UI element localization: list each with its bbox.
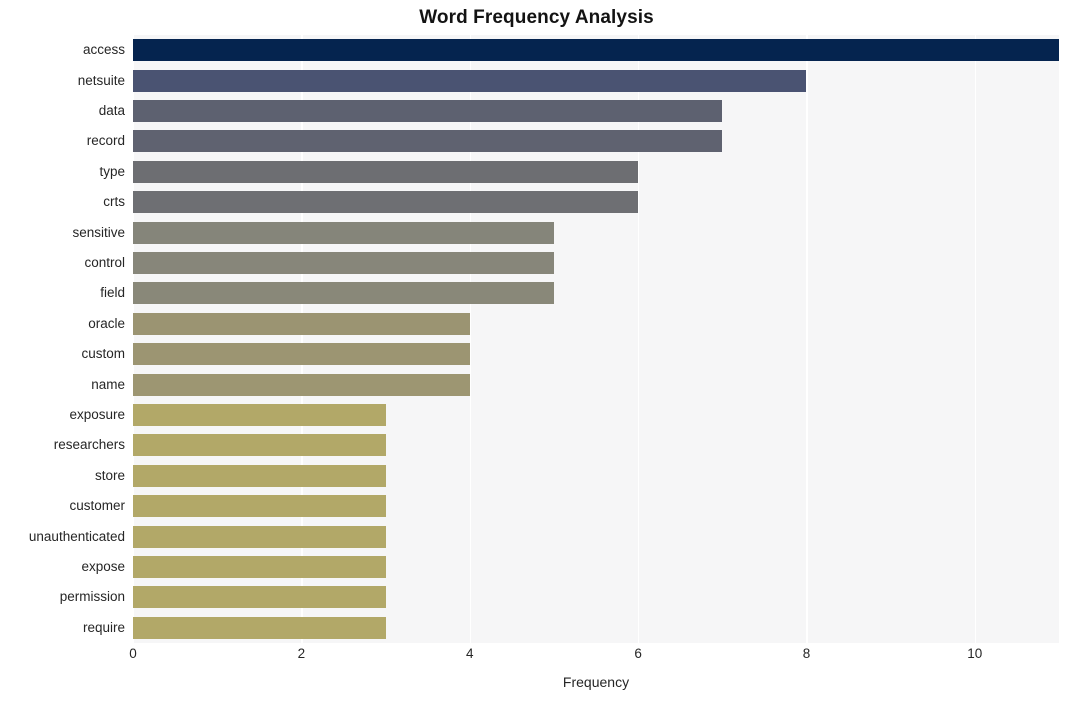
bar [133,252,554,274]
x-axis-title: Frequency [562,674,630,690]
bar [133,434,386,457]
x-axis-tick-label: 4 [465,646,474,661]
y-axis-tick-label: expose [81,559,125,574]
bar [133,100,723,122]
x-axis-tick-label: 0 [129,646,137,661]
y-axis-tick-label: customer [69,498,125,514]
y-axis-tick-label: require [82,619,125,635]
y-axis-tick-label: crts [103,194,125,210]
chart-title: Word Frequency Analysis [419,7,654,28]
y-axis-tick-label: oracle [88,315,125,331]
plot-area [133,35,1059,643]
bar [133,312,470,335]
y-axis-tick-label: type [99,163,125,179]
y-axis-tick-label: access [82,42,125,58]
word-frequency-chart-figure: Word Frequency Analysis access netsuite da… [0,0,1073,701]
y-axis-tick-label: permission [59,589,125,605]
y-axis-tick-label: netsuite [77,72,125,88]
y-axis-tick-labels: access netsuite data record type crts sensitiv… [0,35,125,643]
x-axis-tick-label: 8 [802,646,811,661]
bar [133,39,1059,62]
bar [133,404,386,426]
bar [133,464,386,487]
y-axis-tick-label: store [94,467,125,483]
bar [133,282,554,305]
x-axis-tick-label: 10 [967,646,983,661]
y-axis-tick-label: control [84,255,125,270]
bar [133,191,639,214]
x-axis-tick-label: 6 [634,646,642,661]
x-axis-tick-labels: 0 2 4 6 8 10 [0,646,1073,668]
x-axis-tick-label: 2 [297,646,306,661]
bar [133,343,470,366]
bar [133,160,639,183]
bar [133,495,386,518]
y-axis-tick-label: unauthenticated [28,528,125,544]
bars-layer [133,35,1059,643]
y-axis-tick-label: sensitive [72,224,125,240]
bar [133,556,386,578]
bar [133,616,386,639]
y-axis-tick-label: data [98,103,125,118]
y-axis-tick-label: field [100,285,125,301]
y-axis-tick-label: exposure [69,407,125,422]
bar [133,586,386,609]
bar [133,221,554,244]
bar [133,130,723,153]
bar [133,525,386,548]
bar [133,69,807,92]
bar [133,373,470,396]
y-axis-tick-label: custom [81,346,125,362]
y-axis-tick-label: name [91,376,125,392]
y-axis-tick-label: record [86,133,125,149]
y-axis-tick-label: researchers [53,437,125,453]
